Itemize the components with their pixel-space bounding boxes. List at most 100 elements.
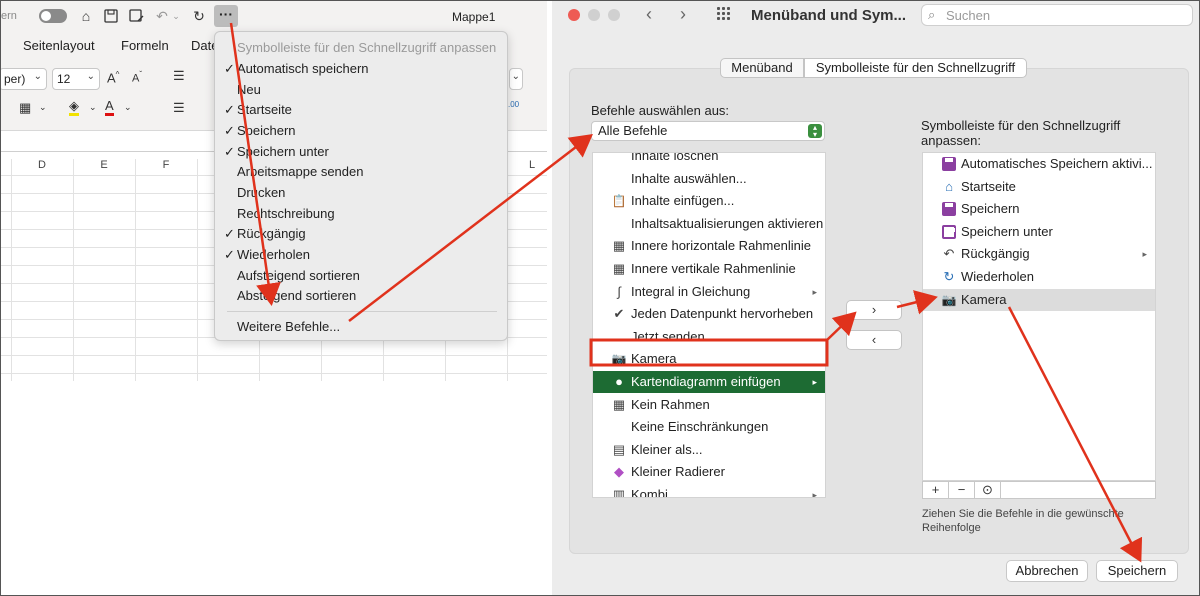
command-item[interactable]: Jetzt senden	[593, 326, 825, 348]
increase-font-icon[interactable]: A^	[107, 70, 119, 85]
toolbar-item[interactable]: Automatisches Speichern aktivi...	[923, 153, 1155, 175]
more-options-button[interactable]: ···	[214, 5, 238, 27]
menu-item-home[interactable]: ✓ Startseite	[215, 100, 509, 120]
drag-hint-line2: Reihenfolge	[922, 522, 981, 534]
menu-item-sort-descending[interactable]: Absteigend sortieren	[215, 286, 509, 306]
home-icon[interactable]: ⌂	[77, 7, 95, 25]
menu-item-sort-ascending[interactable]: Aufsteigend sortieren	[215, 266, 509, 286]
undo-chevron-icon[interactable]: ⌄	[171, 7, 181, 25]
menu-item-redo[interactable]: ✓ Wiederholen	[215, 245, 509, 265]
item-label: Kamera	[961, 291, 1007, 307]
menu-item-print[interactable]: Drucken	[215, 183, 509, 203]
remove-icon[interactable]: −	[949, 482, 975, 498]
item-label: Kleiner Radierer	[631, 464, 725, 480]
search-input[interactable]: ⌕ Suchen	[921, 4, 1193, 26]
item-label: Inhalte auswählen...	[631, 170, 747, 186]
font-size-combo[interactable]: 12 ⌄	[52, 68, 100, 90]
zoom-window-button[interactable]	[608, 9, 620, 21]
chevron-down-icon[interactable]: ⌄	[89, 102, 97, 113]
command-item[interactable]: 📋 Inhalte einfügen...	[593, 190, 825, 212]
toolbar-item[interactable]: ↶ Rückgängig ▸	[923, 243, 1155, 265]
menu-header-label: Symbolleiste für den Schnellzugriff anpa…	[237, 40, 497, 55]
chevron-down-icon: ⌄	[86, 71, 95, 82]
command-item[interactable]: ◆ Kleiner Radierer	[593, 461, 825, 483]
format-combo-edge[interactable]: ⌄	[509, 68, 523, 90]
close-window-button[interactable]	[568, 9, 580, 21]
cancel-button[interactable]: Abbrechen	[1006, 560, 1088, 582]
menu-item-more-commands[interactable]: Weitere Befehle...	[215, 317, 509, 337]
menu-item-save-as[interactable]: ✓ Speichern unter	[215, 142, 509, 162]
toolbar-item[interactable]: Speichern	[923, 198, 1155, 220]
toolbar-item[interactable]: ↻ Wiederholen	[923, 266, 1155, 288]
save-icon[interactable]	[102, 7, 120, 25]
add-icon[interactable]: +	[923, 482, 949, 498]
tab-quick-access-toolbar[interactable]: Symbolleiste für den Schnellzugriff	[804, 58, 1027, 78]
remove-command-button[interactable]: ‹	[846, 330, 902, 350]
item-label: Wiederholen	[961, 269, 1034, 284]
tab-page-layout[interactable]: Seitenlayout	[23, 38, 95, 53]
more-options-icon[interactable]: ⊙	[975, 482, 1001, 498]
chevron-down-icon[interactable]: ⌄	[39, 102, 47, 113]
font-color-icon[interactable]: A	[105, 99, 114, 116]
chevron-down-icon[interactable]: ⌄	[124, 102, 132, 113]
tab-ribbon[interactable]: Menüband	[720, 58, 804, 78]
undo-icon[interactable]: ↶	[153, 7, 171, 25]
command-item[interactable]: ▦ Kein Rahmen	[593, 394, 825, 416]
borders-icon[interactable]: ▦	[19, 100, 31, 116]
commands-list[interactable]: Inhalte löschen Inhalte auswählen... 📋 Inha…	[592, 152, 826, 498]
command-item[interactable]: Inhaltsaktualisierungen aktivieren	[593, 213, 825, 235]
toolbar-item[interactable]: Speichern unter	[923, 221, 1155, 243]
menu-item-label: Automatisch speichern	[237, 61, 369, 76]
command-item[interactable]: 📷 Kamera	[593, 348, 825, 370]
menu-item-undo[interactable]: ✓ Rückgängig	[215, 224, 509, 244]
menu-item-autosave[interactable]: ✓ Automatisch speichern	[215, 59, 509, 79]
toolbar-item[interactable]: 📷 Kamera	[923, 288, 1155, 311]
decrease-font-icon[interactable]: Aˇ	[132, 70, 142, 85]
add-command-button[interactable]: ›	[846, 300, 902, 320]
column-header-f[interactable]: F	[135, 159, 197, 175]
column-header-e[interactable]: E	[73, 159, 135, 175]
decimal-icon[interactable]: .00	[508, 100, 519, 109]
command-item[interactable]: ▦ Innere horizontale Rahmenlinie	[593, 235, 825, 257]
save-icon	[941, 201, 957, 217]
menu-item-send-workbook[interactable]: Arbeitsmappe senden	[215, 162, 509, 182]
back-icon[interactable]: ‹	[646, 4, 652, 25]
commands-source-select[interactable]: Alle Befehle ▴ ▾	[591, 121, 825, 141]
command-item[interactable]: Inhalte auswählen...	[593, 168, 825, 190]
tab-formulas[interactable]: Formeln	[121, 38, 169, 53]
menu-item-spelling[interactable]: Rechtschreibung	[215, 204, 509, 224]
menu-item-new[interactable]: Neu	[215, 80, 509, 100]
command-item[interactable]: Keine Einschränkungen	[593, 416, 825, 438]
save-as-icon	[941, 224, 957, 240]
command-item[interactable]: ▤ Kleiner als...	[593, 439, 825, 461]
align-top-icon[interactable]: ☰	[173, 68, 185, 84]
command-item[interactable]: ∫ Integral in Gleichung ▸	[593, 281, 825, 303]
redo-icon[interactable]: ↻	[190, 7, 208, 25]
fill-color-icon[interactable]: ◈	[69, 99, 79, 116]
item-label: Keine Einschränkungen	[631, 419, 769, 435]
autosave-toggle[interactable]	[39, 9, 67, 23]
minimize-window-button[interactable]	[588, 9, 600, 21]
menu-item-save[interactable]: ✓ Speichern	[215, 121, 509, 141]
command-item[interactable]: Inhalte löschen	[593, 153, 825, 167]
command-item[interactable]: ● Kartendiagramm einfügen ▸	[593, 371, 825, 393]
check-icon: ✓	[224, 226, 235, 241]
save-button[interactable]: Speichern	[1096, 560, 1178, 582]
toolbar-item[interactable]: ⌂ Startseite	[923, 176, 1155, 198]
command-item[interactable]: ✔ Jeden Datenpunkt hervorheben	[593, 303, 825, 325]
excel-window: ern ⌂ ↶ ⌄ ↻ ··· Mappe1 Seitenlayout Form…	[1, 1, 547, 595]
command-item[interactable]: ▥ Kombi ▸	[593, 484, 825, 497]
align-left-icon[interactable]: ☰	[173, 100, 185, 116]
toolbar-items-list[interactable]: Automatisches Speichern aktivi... ⌂ Starts…	[922, 152, 1156, 481]
command-item[interactable]: ▦ Innere vertikale Rahmenlinie	[593, 258, 825, 280]
toolbar-list-label: Symbolleiste für den Schnellzugriff	[921, 118, 1121, 133]
less-than-icon: ▤	[612, 441, 626, 457]
forward-icon[interactable]: ›	[680, 4, 686, 25]
item-label: Inhaltsaktualisierungen aktivieren	[631, 215, 824, 231]
column-header-d[interactable]: D	[11, 159, 73, 175]
menu-item-label: Arbeitsmappe senden	[237, 164, 364, 179]
show-all-grid-icon[interactable]	[717, 7, 733, 23]
drag-hint-line1: Ziehen Sie die Befehle in die gewünschte	[922, 508, 1124, 520]
save-as-icon[interactable]	[127, 7, 145, 25]
font-name-combo[interactable]: per) ⌄	[1, 68, 47, 90]
